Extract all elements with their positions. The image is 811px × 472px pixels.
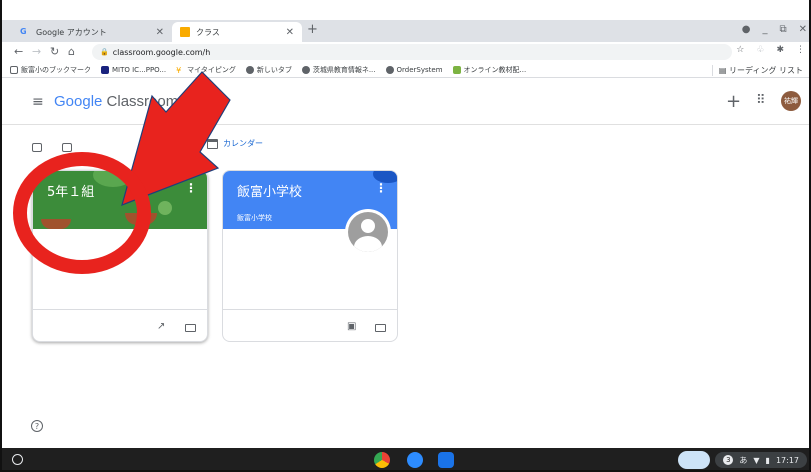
maximize-icon[interactable]: ⧉ <box>779 24 786 35</box>
calendar-icon <box>207 138 218 149</box>
logo-google: Google <box>54 93 103 110</box>
globe-icon <box>245 65 254 74</box>
card-footer: ↗ <box>33 309 207 341</box>
add-class-icon[interactable]: + <box>726 91 741 112</box>
bookmark-item[interactable]: ¥ マイタイピング <box>176 65 236 75</box>
close-tab-icon[interactable]: ✕ <box>156 27 164 38</box>
classroom-header: ≡ Google Classroom + ⠿ 祐輝 <box>2 79 809 125</box>
more-vert-icon[interactable]: ⋮ <box>185 181 197 195</box>
bookmark-item[interactable]: 新しいタブ <box>245 65 292 75</box>
minimize-icon[interactable]: _ <box>762 24 767 35</box>
class-card[interactable]: 飯富小学校 飯富小学校 ⋮ ▣ <box>222 170 398 342</box>
bookmark-item[interactable]: OrderSystem <box>385 65 443 74</box>
assignment-icon[interactable]: ▣ <box>347 321 356 332</box>
clock: 17:17 <box>775 455 799 465</box>
screenshot-frame: G Google アカウント ✕ クラス ✕ + ● _ ⧉ ✕ ← → ↻ ⌂… <box>0 0 811 472</box>
trending-up-icon[interactable]: ↗ <box>157 321 165 332</box>
class-subtitle: 飯富小学校 <box>237 214 272 222</box>
reading-list-button[interactable]: ▤ リーディング リスト <box>711 65 803 76</box>
reload-icon[interactable]: ↻ <box>50 45 59 58</box>
classroom-icon <box>180 27 190 37</box>
launcher-icon[interactable] <box>12 454 23 465</box>
tab-classroom[interactable]: クラス ✕ <box>172 22 302 42</box>
notification-badge: 3 <box>723 455 734 465</box>
bookmark-item[interactable]: オンライン教材配... <box>452 65 526 75</box>
bookmark-item[interactable]: 飯富小のブックマーク <box>10 65 91 75</box>
pot-decoration <box>125 213 157 225</box>
close-window-icon[interactable]: ✕ <box>799 24 807 35</box>
folder-icon[interactable] <box>375 324 386 332</box>
address-bar[interactable]: 🔒 classroom.google.com/h <box>92 44 732 60</box>
class-card[interactable]: 5年１組 ⋮ ↗ <box>32 170 208 342</box>
tab-label: クラス <box>196 27 220 37</box>
ime-indicator: あ <box>739 455 748 465</box>
banner-decoration <box>93 171 133 187</box>
extension-icon[interactable]: ♧ <box>756 45 764 55</box>
lock-icon: 🔒 <box>100 48 109 56</box>
chrome-icon[interactable] <box>374 452 390 468</box>
new-tab-button[interactable]: + <box>307 22 318 37</box>
window-controls: ● _ ⧉ ✕ <box>742 24 807 35</box>
bookmarks-bar: 飯富小のブックマーク MITO IC...PPO... ¥ マイタイピング 新しい… <box>2 62 809 78</box>
ime-cloud-icon[interactable] <box>678 451 710 469</box>
classroom-logo[interactable]: Google Classroom <box>54 93 178 110</box>
more-vert-icon[interactable]: ⋮ <box>375 181 387 195</box>
teacher-avatar <box>345 209 391 255</box>
battery-icon: ▮ <box>765 455 770 465</box>
home-icon[interactable]: ⌂ <box>68 45 75 58</box>
browser-toolbar: ← → ↻ ⌂ 🔒 classroom.google.com/h ☆ ♧ ✱ ⋮ <box>2 42 809 62</box>
class-banner <box>33 171 207 229</box>
banner-decoration <box>133 181 143 191</box>
banner-decoration <box>158 201 172 215</box>
tab-google-account[interactable]: G Google アカウント ✕ <box>12 22 172 42</box>
card-footer: ▣ <box>223 309 397 341</box>
status-tray[interactable]: 3 あ ▼ ▮ 17:17 <box>715 452 807 468</box>
calendar-link[interactable]: カレンダー <box>207 138 263 149</box>
subnav <box>32 140 92 154</box>
app-icon <box>101 65 109 74</box>
globe-icon <box>385 65 394 74</box>
hamburger-menu-icon[interactable]: ≡ <box>32 94 44 110</box>
bookmark-folder-icon <box>10 65 18 74</box>
apps-grid-icon[interactable]: ⠿ <box>756 93 766 108</box>
pot-decoration <box>41 219 71 229</box>
review-icon[interactable] <box>62 142 72 152</box>
folder-icon[interactable] <box>185 324 196 332</box>
puzzle-icon[interactable]: ✱ <box>776 45 784 55</box>
avatar[interactable]: 祐輝 <box>781 91 801 111</box>
calendar-label: カレンダー <box>223 139 263 148</box>
chromeos-shelf: 3 あ ▼ ▮ 17:17 <box>2 448 809 470</box>
toolbar-actions: ☆ ♧ ✱ ⋮ <box>736 45 805 55</box>
browser-tab-strip: G Google アカウント ✕ クラス ✕ + ● _ ⧉ ✕ <box>2 20 809 42</box>
class-title[interactable]: 5年１組 <box>47 181 94 200</box>
tab-label: Google アカウント <box>36 27 107 37</box>
help-icon[interactable]: ? <box>31 420 43 432</box>
close-tab-icon[interactable]: ✕ <box>286 27 294 38</box>
zoom-icon[interactable] <box>407 452 423 468</box>
bookmark-item[interactable]: 茨城県教育情報ネ... <box>301 65 376 75</box>
logo-product: Classroom <box>106 93 179 110</box>
class-title[interactable]: 飯富小学校 <box>237 181 302 200</box>
app-icon <box>452 65 461 74</box>
profile-dot-icon[interactable]: ● <box>742 24 751 35</box>
kebab-menu-icon[interactable]: ⋮ <box>796 45 805 55</box>
typing-icon: ¥ <box>176 65 182 75</box>
globe-icon <box>301 65 310 74</box>
wifi-icon: ▼ <box>753 455 760 465</box>
star-icon[interactable]: ☆ <box>736 45 744 55</box>
bookmark-item[interactable]: MITO IC...PPO... <box>101 65 166 74</box>
forward-arrow-icon[interactable]: → <box>32 45 41 58</box>
back-arrow-icon[interactable]: ← <box>14 45 23 58</box>
todo-icon[interactable] <box>32 142 42 152</box>
google-g-icon: G <box>20 27 27 36</box>
url-text: classroom.google.com/h <box>112 47 211 57</box>
files-icon[interactable] <box>438 452 454 468</box>
